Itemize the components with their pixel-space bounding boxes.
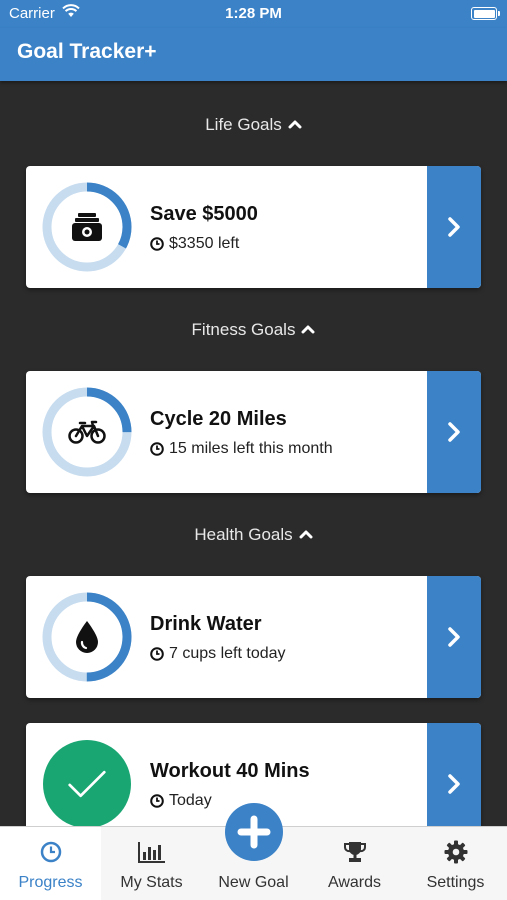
new-goal-button[interactable] [225,803,283,861]
goal-subtitle: Today [150,792,212,810]
goal-card-water[interactable]: Drink Water 7 cups left today [26,576,481,698]
goal-subtitle: 7 cups left today [150,645,286,663]
tab-progress[interactable]: Progress [0,827,101,900]
goal-subtitle-text: $3350 left [169,235,240,252]
goals-list[interactable]: Life Goals Save $5000 $3350 left Fitness… [0,81,507,826]
goal-subtitle-text: 15 miles left this month [169,440,333,457]
battery-icon [471,7,500,20]
open-goal-button[interactable] [427,576,481,698]
tab-label: My Stats [120,874,183,891]
goal-card-cycle[interactable]: Cycle 20 Miles 15 miles left this month [26,371,481,493]
chevron-up-icon [301,319,315,339]
goal-subtitle: 15 miles left this month [150,440,333,458]
clock-icon [0,839,101,865]
bicycle-icon [67,412,107,452]
section-header-life-goals[interactable]: Life Goals [0,115,507,135]
clock-icon [150,442,164,456]
chevron-up-icon [288,114,302,134]
bar-chart-icon [101,839,202,865]
status-bar: Carrier 1:28 PM [0,0,507,28]
water-drop-icon [67,617,107,657]
tab-label: Progress [18,874,83,891]
money-icon [67,207,107,247]
app-title: Goal Tracker+ [17,40,157,63]
chevron-right-icon [448,217,460,237]
tab-my-stats[interactable]: My Stats [101,827,202,900]
chevron-right-icon [448,774,460,794]
tab-settings[interactable]: Settings [405,827,506,900]
goal-subtitle-text: 7 cups left today [169,645,286,662]
open-goal-button[interactable] [427,371,481,493]
gear-icon [405,839,506,865]
trophy-icon [304,839,405,865]
goal-title: Cycle 20 Miles [150,408,287,430]
section-label: Life Goals [205,115,282,134]
section-label: Fitness Goals [191,320,296,339]
section-label: Health Goals [194,525,293,544]
goal-title: Workout 40 Mins [150,760,310,782]
chevron-up-icon [299,524,313,544]
goal-card-save[interactable]: Save $5000 $3350 left [26,166,481,288]
goal-title: Drink Water [150,613,262,635]
open-goal-button[interactable] [427,723,481,826]
plus-icon [237,815,271,849]
open-goal-button[interactable] [427,166,481,288]
clock-icon [150,794,164,808]
clock-icon [150,237,164,251]
goal-subtitle: $3350 left [150,235,239,253]
chevron-right-icon [448,422,460,442]
clock-time: 1:28 PM [225,5,282,22]
tab-label: New Goal [218,874,289,891]
tab-awards[interactable]: Awards [304,827,405,900]
section-header-fitness-goals[interactable]: Fitness Goals [0,320,507,340]
checkmark-icon [67,764,107,804]
goal-title: Save $5000 [150,203,258,225]
chevron-right-icon [448,627,460,647]
tab-label: Awards [327,874,382,891]
goal-subtitle-text: Today [169,792,212,809]
section-header-health-goals[interactable]: Health Goals [0,525,507,545]
clock-icon [150,647,164,661]
nav-bar: Goal Tracker+ [0,28,507,81]
tab-label: Settings [426,874,485,891]
